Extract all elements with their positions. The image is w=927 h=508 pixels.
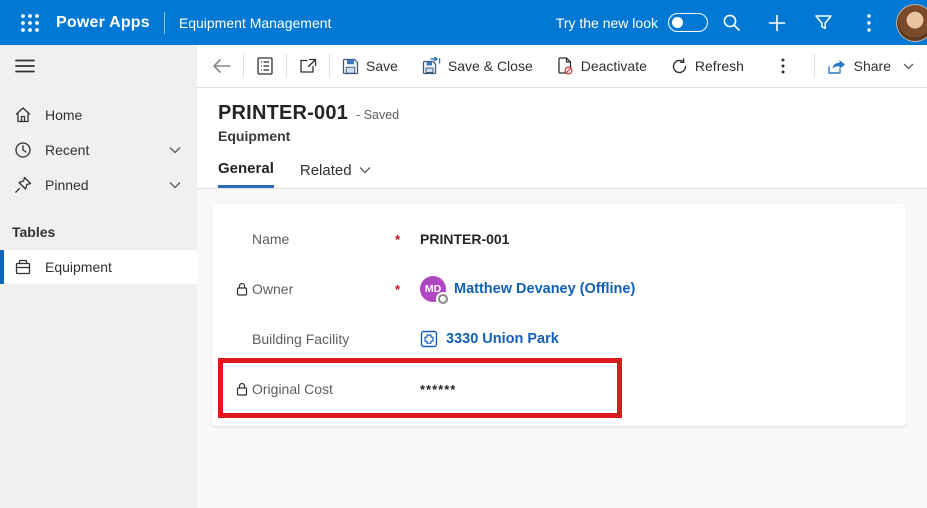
save-close-icon: [422, 57, 441, 75]
tab-label: General: [218, 160, 274, 177]
chevron-down-icon: [903, 63, 913, 69]
new-look-control: Try the new look: [556, 13, 708, 32]
field-label: Building Facility: [252, 331, 350, 347]
refresh-icon: [672, 57, 687, 73]
field-value-building-facility[interactable]: 3330 Union Park: [420, 330, 906, 348]
add-icon: [768, 14, 786, 31]
field-value-original-cost[interactable]: ******: [420, 382, 906, 397]
share-label: Share: [853, 58, 891, 74]
sidebar-item-label: Pinned: [45, 176, 89, 193]
power-apps-window: Power Apps Equipment Management Try the …: [0, 0, 927, 508]
sidebar-item-label: Recent: [45, 141, 90, 158]
deactivate-label: Deactivate: [580, 58, 647, 74]
sidebar-item-label: Equipment: [45, 259, 112, 275]
chevron-down-icon: [359, 167, 371, 174]
chevron-down-icon: [169, 146, 181, 153]
sidebar-item-home[interactable]: Home: [0, 97, 197, 132]
toggle-knob: [672, 16, 683, 28]
field-row-original-cost: Original Cost ******: [212, 364, 906, 414]
save-icon: [342, 58, 359, 74]
refresh-button[interactable]: Refresh: [659, 50, 756, 82]
deactivate-button[interactable]: Deactivate: [545, 50, 659, 82]
owner-link[interactable]: Matthew Devaney (Offline): [454, 281, 635, 297]
sitemap-sidebar: Home Recent Pinned Tables Equipment: [0, 45, 197, 508]
share-button[interactable]: Share: [815, 50, 895, 82]
back-button[interactable]: [201, 50, 243, 82]
refresh-label: Refresh: [694, 58, 744, 74]
save-label: Save: [366, 58, 398, 74]
pinned-icon: [15, 176, 32, 193]
sidebar-item-equipment[interactable]: Equipment: [0, 250, 197, 284]
main-pane: Save Save & Close Deactivate Refresh Sha…: [197, 45, 927, 508]
header-more-button[interactable]: [846, 0, 892, 45]
sidebar-section-tables: Tables: [12, 224, 56, 240]
sidebar-item-label: Home: [45, 106, 83, 123]
add-button[interactable]: [754, 0, 800, 45]
tab-related[interactable]: Related: [300, 160, 371, 188]
app-name[interactable]: Equipment Management: [179, 15, 332, 31]
filter-button[interactable]: [800, 0, 846, 45]
form-tabs: General Related: [218, 160, 927, 188]
lock-icon: [236, 382, 248, 396]
record-header: PRINTER-001 - Saved Equipment General Re…: [197, 88, 927, 189]
building-facility-link[interactable]: 3330 Union Park: [446, 331, 559, 347]
deactivate-icon: [558, 57, 573, 75]
save-and-close-button[interactable]: Save & Close: [410, 50, 545, 82]
save-and-close-label: Save & Close: [447, 58, 533, 74]
new-look-toggle[interactable]: [668, 13, 708, 32]
home-icon: [15, 106, 31, 122]
more-vertical-icon: [781, 58, 785, 74]
form-body: Name * PRINTER-001 Owner * MD Matthew De…: [197, 189, 927, 508]
share-icon: [827, 59, 845, 74]
search-button[interactable]: [708, 0, 754, 45]
sidebar-item-recent[interactable]: Recent: [0, 132, 197, 167]
search-icon: [723, 14, 740, 31]
field-label: Owner: [252, 281, 294, 297]
app-header: Power Apps Equipment Management Try the …: [0, 0, 927, 45]
field-row-owner: Owner * MD Matthew Devaney (Offline): [212, 264, 906, 314]
save-button[interactable]: Save: [330, 50, 410, 82]
sitemap-collapse-button[interactable]: [0, 45, 48, 87]
record-save-status: - Saved: [356, 108, 400, 122]
waffle-menu-button[interactable]: [10, 0, 50, 45]
waffle-icon: [21, 13, 39, 32]
field-value-name[interactable]: PRINTER-001: [420, 231, 906, 247]
tab-general[interactable]: General: [218, 160, 274, 188]
field-label: Original Cost: [252, 381, 333, 397]
popout-icon: [300, 58, 317, 73]
form-selector-button[interactable]: [244, 50, 286, 82]
record-title: PRINTER-001: [218, 102, 349, 124]
command-bar: Save Save & Close Deactivate Refresh Sha…: [197, 45, 927, 88]
back-icon: [213, 59, 231, 73]
new-look-label: Try the new look: [555, 14, 658, 31]
lock-icon: [236, 282, 248, 296]
field-row-building-facility: Building Facility 3330 Union Park: [212, 314, 906, 364]
record-entity-name: Equipment: [218, 128, 291, 144]
form-section-card: Name * PRINTER-001 Owner * MD Matthew De…: [212, 204, 906, 426]
popout-button[interactable]: [287, 50, 329, 82]
filter-icon: [814, 15, 832, 30]
field-value-owner[interactable]: MD Matthew Devaney (Offline): [420, 276, 906, 304]
sidebar-item-pinned[interactable]: Pinned: [0, 167, 197, 202]
form-icon: [257, 57, 273, 75]
masked-value: ******: [420, 381, 457, 397]
recent-icon: [15, 141, 31, 158]
field-row-name: Name * PRINTER-001: [212, 214, 906, 264]
more-vertical-icon: [867, 13, 871, 32]
brand-title[interactable]: Power Apps: [56, 14, 150, 32]
field-label: Name: [252, 231, 290, 247]
table-lookup-icon: [420, 330, 438, 348]
header-divider: [163, 11, 165, 34]
command-bar-more-button[interactable]: [762, 50, 804, 82]
owner-avatar: MD: [420, 276, 448, 304]
user-avatar[interactable]: [896, 3, 927, 42]
chevron-down-icon: [169, 181, 181, 188]
required-marker: *: [395, 231, 401, 247]
required-marker: *: [395, 281, 401, 297]
share-split-chevron[interactable]: [895, 50, 921, 82]
presence-offline-badge: [438, 294, 448, 304]
table-icon: [15, 259, 31, 275]
tab-label: Related: [299, 161, 352, 179]
hamburger-icon: [15, 59, 35, 73]
